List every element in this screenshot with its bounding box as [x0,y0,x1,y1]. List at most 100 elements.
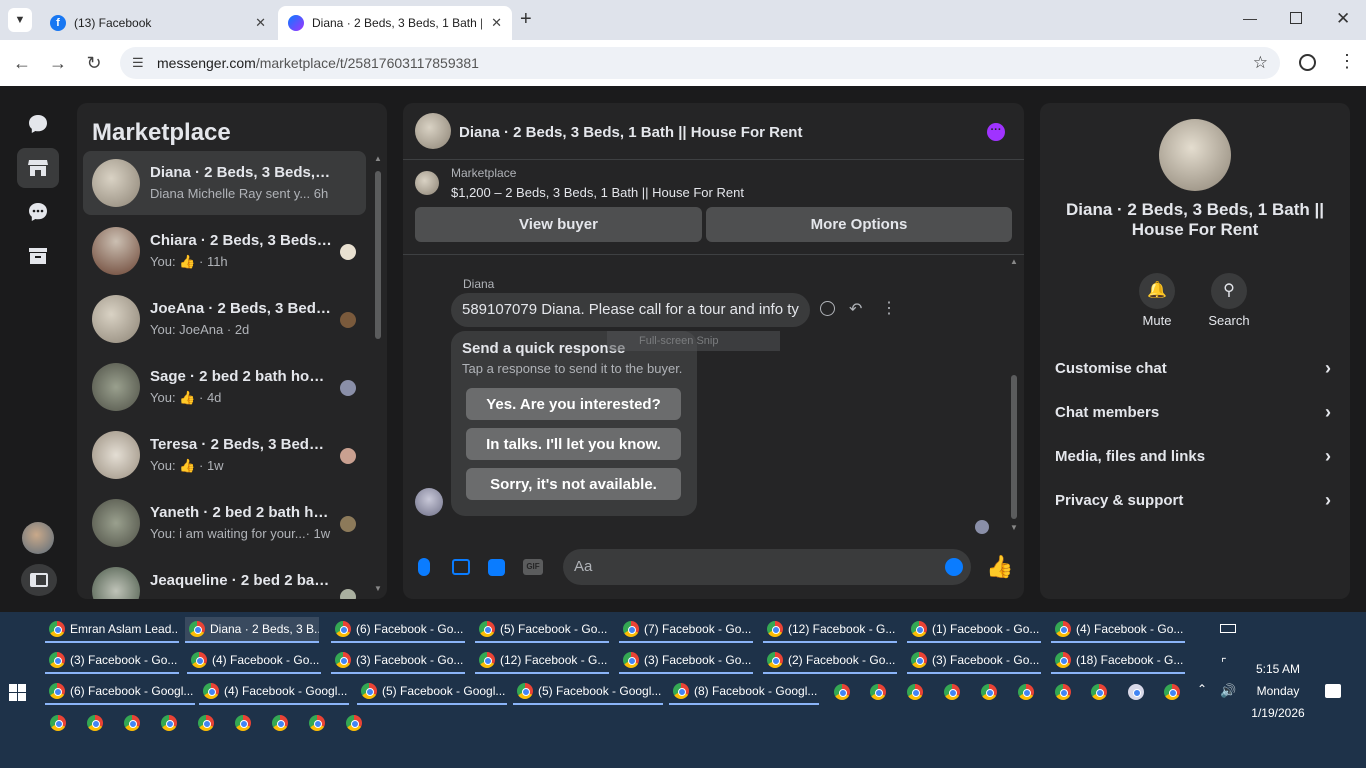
chrome-icon[interactable] [346,715,362,731]
quick-reply-button[interactable]: Yes. Are you interested? [466,388,681,420]
chrome-icon[interactable] [1164,684,1180,700]
taskbar-window-button[interactable]: (6) Facebook - Googl... [45,679,195,705]
taskbar-window-button[interactable]: (8) Facebook - Googl... [669,679,819,705]
minimize-icon[interactable]: — [1243,10,1257,26]
clock-date[interactable]: 1/19/2026 [1243,706,1313,720]
taskbar-window-button[interactable]: (4) Facebook - Go... [187,648,321,674]
clock-day[interactable]: Monday [1243,684,1313,698]
listing-avatar[interactable] [415,171,439,195]
scroll-up-arrow-icon[interactable]: ▲ [374,154,382,163]
bookmark-star-icon[interactable]: ☆ [1253,47,1268,79]
conversation-item[interactable]: JoeAna · 2 Beds, 3 Beds, 1 Bath || House… [83,287,366,351]
volume-icon[interactable]: 🔊 [1220,683,1236,699]
chrome-icon[interactable] [1055,684,1071,700]
scrollbar[interactable] [375,171,381,339]
chrome-icon[interactable] [87,715,103,731]
chrome-icon[interactable] [124,715,140,731]
quick-reply-button[interactable]: In talks. I'll let you know. [466,428,681,460]
chrome-icon[interactable] [161,715,177,731]
chat-header-avatar[interactable] [415,113,451,149]
listing-title[interactable]: $1,200 – 2 Beds, 3 Beds, 1 Bath || House… [451,185,744,200]
back-icon[interactable]: ← [12,53,32,73]
conversation-item[interactable]: Jeaqueline · 2 bed 2 bath house for rent [83,559,366,599]
chrome-icon[interactable] [834,684,850,700]
photo-icon[interactable] [452,559,470,575]
archive-icon[interactable] [17,236,59,276]
marketplace-icon[interactable] [17,148,59,188]
taskbar-window-button[interactable]: (4) Facebook - Googl... [199,679,349,705]
conversation-item[interactable]: Teresa · 2 Beds, 3 Beds, 1 Bath || House… [83,423,366,487]
forward-icon[interactable]: → [48,53,68,73]
network-icon[interactable]: ⌜ [1221,656,1227,670]
chrome-icon[interactable] [870,684,886,700]
close-window-icon[interactable]: ✕ [1336,9,1350,29]
clock-time[interactable]: 5:15 AM [1243,662,1313,676]
chrome-icon[interactable] [272,715,288,731]
message-input[interactable]: Aa [563,549,971,585]
tab-search-button[interactable]: ▼ [8,8,32,32]
message-requests-icon[interactable] [17,192,59,232]
tab-facebook[interactable]: f (13) Facebook ✕ [40,6,276,40]
taskbar-window-button[interactable]: (3) Facebook - Go... [907,648,1041,674]
new-tab-icon[interactable]: + [520,8,532,31]
taskbar-window-button[interactable]: (12) Facebook - G... [763,617,897,643]
taskbar-window-button[interactable]: (5) Facebook - Googl... [513,679,663,705]
taskbar-window-button[interactable]: Emran Aslam Lead... [45,617,179,643]
gif-icon[interactable]: GIF [523,559,543,575]
taskbar-window-button[interactable]: (3) Facebook - Go... [619,648,753,674]
conversation-item[interactable]: Yaneth · 2 bed 2 bath house for rent You… [83,491,366,555]
chat-title[interactable]: Diana · 2 Beds, 3 Beds, 1 Bath || House … [459,124,802,141]
taskbar-window-button[interactable]: (6) Facebook - Go... [331,617,465,643]
taskbar-window-button[interactable]: (3) Facebook - Go... [45,648,179,674]
emoji-icon[interactable] [945,558,963,576]
chrome-icon[interactable] [1091,684,1107,700]
mute-button[interactable]: 🔔 [1139,273,1175,309]
message-scrollbar[interactable] [1011,375,1017,519]
restore-icon[interactable] [1290,12,1302,24]
chrome-icon[interactable] [981,684,997,700]
info-avatar[interactable] [1159,119,1231,191]
more-options-button[interactable]: More Options [706,207,1012,242]
taskbar-window-button[interactable]: Diana · 2 Beds, 3 B... [185,617,319,643]
view-buyer-button[interactable]: View buyer [415,207,702,242]
reply-icon[interactable]: ↶ [849,299,862,319]
microphone-icon[interactable] [418,558,430,576]
battery-icon[interactable] [1220,624,1236,633]
chrome-icon[interactable] [309,715,325,731]
taskbar-window-button[interactable]: (1) Facebook - Go... [907,617,1041,643]
close-tab-icon[interactable]: ✕ [491,15,502,31]
reload-icon[interactable]: ↻ [84,53,104,73]
taskbar-window-button[interactable]: (12) Facebook - G... [475,648,609,674]
taskbar-window-button[interactable]: (18) Facebook - G... [1051,648,1185,674]
scroll-down-arrow-icon[interactable]: ▼ [1010,523,1018,532]
conversation-item[interactable]: Diana · 2 Beds, 3 Beds, 1 Bath || House … [83,151,366,215]
more-info-icon[interactable]: ··· [987,123,1005,141]
taskbar-window-button[interactable]: (7) Facebook - Go... [619,617,753,643]
thumbs-up-send-icon[interactable]: 👍 [986,554,1013,580]
chrome-icon[interactable] [235,715,251,731]
profile-icon[interactable] [1299,54,1316,71]
media-files-links-row[interactable]: Media, files and links › [1055,446,1335,466]
quick-reply-button[interactable]: Sorry, it's not available. [466,468,681,500]
conversation-item[interactable]: Chiara · 2 Beds, 3 Beds, 1 Bath || House… [83,219,366,283]
show-hidden-icons-icon[interactable]: ⌃ [1197,682,1207,696]
taskbar-window-button[interactable]: (5) Facebook - Googl... [357,679,507,705]
scroll-down-arrow-icon[interactable]: ▼ [374,584,382,593]
react-icon[interactable] [820,301,835,316]
message-more-icon[interactable]: ⋮ [881,298,897,318]
chats-icon[interactable] [17,104,59,144]
conversation-item[interactable]: Sage · 2 bed 2 bath house for rent You: … [83,355,366,419]
notifications-icon[interactable] [1325,684,1341,698]
search-button[interactable]: ⚲ [1211,273,1247,309]
scroll-up-arrow-icon[interactable]: ▲ [1010,257,1018,266]
site-info-icon[interactable]: ☰ [132,47,144,79]
taskbar-window-button[interactable]: (2) Facebook - Go... [763,648,897,674]
chat-members-row[interactable]: Chat members › [1055,402,1335,422]
address-bar[interactable]: ☰ messenger.com/marketplace/t/2581760311… [120,47,1280,79]
chrome-icon[interactable] [944,684,960,700]
taskbar-window-button[interactable]: (4) Facebook - Go... [1051,617,1185,643]
start-icon[interactable] [9,684,26,701]
sticker-icon[interactable] [488,559,505,576]
chrome-icon[interactable] [907,684,923,700]
customise-chat-row[interactable]: Customise chat › [1055,358,1335,378]
